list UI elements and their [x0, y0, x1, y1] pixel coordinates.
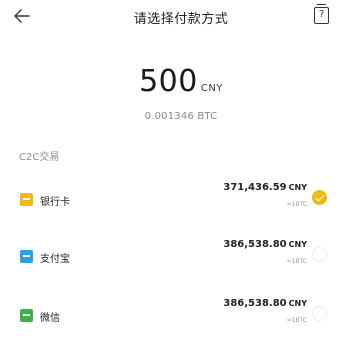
payment-option-price: 386,538.80 CNY [223, 298, 307, 309]
payment-method-screen: 请选择付款方式 ? 500 CNY 0.001346 BTC C2C交易 银行卡 … [0, 0, 362, 355]
btc-equivalent: 0.001346 BTC [144, 111, 218, 122]
price-currency: CNY [288, 240, 307, 249]
payment-option-alipay[interactable]: 支付宝 386,538.80 CNY ≈1BTC [0, 232, 362, 290]
page-title: 请选择付款方式 [133, 12, 229, 27]
radio-unchecked-icon[interactable] [312, 306, 327, 321]
radio-checked-icon[interactable] [312, 190, 327, 205]
help-document-icon[interactable]: ? [314, 4, 329, 24]
payment-option-price: 371,436.59 CNY [223, 182, 307, 193]
amount-value: 500 [139, 64, 198, 99]
price-currency: CNY [288, 183, 307, 192]
price-value: 386,538.80 [223, 298, 287, 309]
payment-option-label: 银行卡 [40, 197, 70, 208]
amount-currency: CNY [200, 83, 223, 94]
bank-card-icon [20, 193, 33, 206]
section-label-c2c: C2C交易 [19, 152, 60, 163]
price-value: 371,436.59 [223, 182, 287, 193]
payment-option-sub: ≈1BTC [286, 201, 307, 208]
payment-option-label: 微信 [40, 313, 60, 324]
payment-option-wechat[interactable]: 微信 386,538.80 CNY ≈1BTC [0, 291, 362, 349]
payment-option-sub: ≈1BTC [286, 317, 307, 324]
payment-option-price: 386,538.80 CNY [223, 239, 307, 250]
payment-option-sub: ≈1BTC [286, 258, 307, 265]
payment-option-label: 支付宝 [40, 254, 70, 265]
amount-display: 500 CNY [0, 64, 362, 99]
alipay-icon [20, 250, 33, 263]
price-value: 386,538.80 [223, 239, 287, 250]
amount-line: 500 CNY [139, 64, 223, 99]
radio-unchecked-icon[interactable] [312, 247, 327, 262]
price-currency: CNY [288, 299, 307, 308]
payment-option-bank-card[interactable]: 银行卡 371,436.59 CNY ≈1BTC [0, 175, 362, 233]
wechat-icon [20, 309, 33, 322]
header: 请选择付款方式 ? [0, 0, 362, 34]
